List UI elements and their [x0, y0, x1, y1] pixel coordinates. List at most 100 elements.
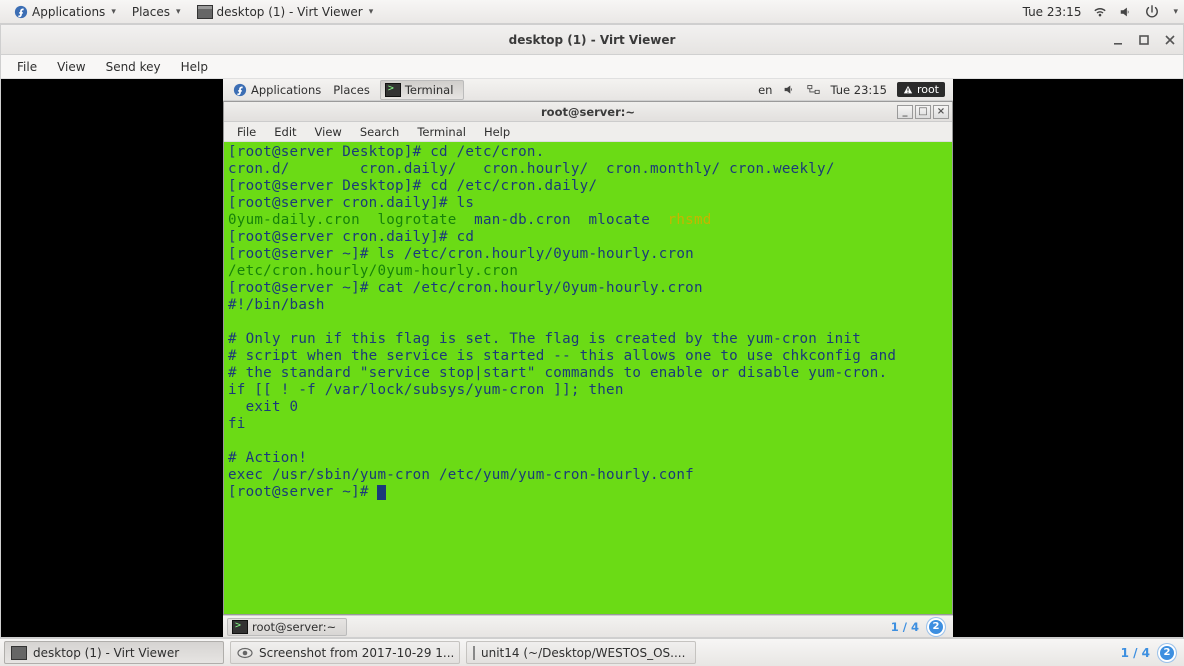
term-line: exec /usr/sbin/yum-cron /etc/yum/yum-cro… [228, 467, 694, 483]
term-line: #!/bin/bash [228, 297, 325, 313]
task-label: Screenshot from 2017-10-29 1... [259, 646, 454, 660]
term-line: [root@server ~]# ls /etc/cron.hourly/0yu… [228, 246, 694, 262]
window-icon [197, 5, 213, 19]
maximize-button[interactable] [1137, 33, 1151, 47]
network-icon[interactable] [806, 83, 820, 97]
menu-view[interactable]: View [47, 57, 95, 77]
power-icon[interactable] [1145, 5, 1159, 19]
term-line: cron.d/ cron.daily/ cron.hourly/ cron.mo… [228, 161, 835, 177]
term-line: /etc/cron.hourly/0yum-hourly.cron [228, 263, 518, 279]
inner-active-task-label: Terminal [405, 83, 454, 97]
term-line: man-db.cron mlocate [457, 212, 668, 228]
minimize-button[interactable] [1111, 33, 1125, 47]
terminal-maximize-button[interactable]: □ [915, 105, 931, 119]
terminal-icon [385, 83, 401, 97]
warning-icon [903, 85, 913, 95]
inner-places-label: Places [333, 83, 370, 97]
close-button[interactable] [1163, 33, 1177, 47]
terminal-title: root@server:~ [224, 105, 952, 119]
outer-places-label: Places [132, 5, 170, 19]
workspace-label[interactable]: 1 / 4 [1121, 646, 1150, 660]
menu-help[interactable]: Help [171, 57, 218, 77]
workspace-badge[interactable]: 2 [927, 618, 945, 636]
term-line: [root@server Desktop]# cd /etc/cron. [228, 144, 545, 160]
term-line: [root@server cron.daily]# ls [228, 195, 474, 211]
window-icon [11, 646, 27, 660]
outer-active-window-indicator[interactable]: desktop (1) - Virt Viewer ▾ [189, 0, 382, 24]
inner-places-menu[interactable]: Places [327, 78, 376, 102]
virt-viewer-window: desktop (1) - Virt Viewer File View Send… [0, 24, 1184, 638]
fedora-logo-icon [14, 5, 28, 19]
terminal-menu-file[interactable]: File [228, 123, 265, 141]
terminal-menu-search[interactable]: Search [351, 123, 409, 141]
workspace-badge[interactable]: 2 [1158, 644, 1176, 662]
outer-bottom-panel: desktop (1) - Virt Viewer Screenshot fro… [0, 638, 1184, 666]
term-line: [root@server ~]# cat /etc/cron.hourly/0y… [228, 280, 703, 296]
task-label: unit14 (~/Desktop/WESTOS_OS.... [481, 646, 685, 660]
terminal-window: root@server:~ _ □ × File Edit View Searc… [223, 101, 953, 615]
workspace-label[interactable]: 1 / 4 [891, 620, 919, 634]
user-badge[interactable]: root [897, 82, 945, 97]
outer-task-virtviewer[interactable]: desktop (1) - Virt Viewer [4, 641, 224, 664]
terminal-menubar: File Edit View Search Terminal Help [224, 122, 952, 142]
inner-top-panel: Applications Places Terminal en [223, 79, 953, 101]
terminal-close-button[interactable]: × [933, 105, 949, 119]
dropdown-icon: ▾ [111, 7, 116, 17]
term-line: rhsmd [668, 212, 712, 228]
virt-viewer-menubar: File View Send key Help [1, 55, 1183, 79]
inner-clock[interactable]: Tue 23:15 [830, 83, 886, 97]
term-line: logrotate [377, 212, 456, 228]
inner-active-window-indicator[interactable]: Terminal [380, 80, 465, 100]
term-line [360, 212, 378, 228]
terminal-menu-edit[interactable]: Edit [265, 123, 305, 141]
inner-task-label: root@server:~ [252, 620, 336, 634]
terminal-icon [232, 620, 248, 634]
guest-display[interactable]: Applications Places Terminal en [1, 79, 1183, 637]
inner-desktop: Applications Places Terminal en [223, 79, 953, 637]
term-line: # the standard "service stop|start" comm… [228, 365, 887, 381]
term-line: fi [228, 416, 246, 432]
term-line: exit 0 [228, 399, 298, 415]
text-editor-icon [473, 646, 475, 660]
menu-sendkey[interactable]: Send key [96, 57, 171, 77]
outer-active-window-label: desktop (1) - Virt Viewer [217, 5, 363, 19]
term-line: if [[ ! -f /var/lock/subsys/yum-cron ]];… [228, 382, 624, 398]
terminal-menu-view[interactable]: View [306, 123, 351, 141]
image-viewer-icon [237, 646, 253, 660]
volume-icon[interactable] [782, 83, 796, 97]
wifi-icon[interactable] [1093, 5, 1107, 19]
outer-applications-menu[interactable]: Applications ▾ [6, 0, 124, 24]
terminal-cursor [377, 485, 386, 500]
terminal-minimize-button[interactable]: _ [897, 105, 913, 119]
volume-icon[interactable] [1119, 5, 1133, 19]
outer-applications-label: Applications [32, 5, 105, 19]
outer-task-gedit[interactable]: unit14 (~/Desktop/WESTOS_OS.... [466, 641, 696, 664]
menu-file[interactable]: File [7, 57, 47, 77]
inner-applications-label: Applications [251, 83, 321, 97]
input-lang-indicator[interactable]: en [758, 83, 772, 97]
outer-clock[interactable]: Tue 23:15 [1023, 5, 1082, 19]
term-line: # Action! [228, 450, 307, 466]
task-label: desktop (1) - Virt Viewer [33, 646, 179, 660]
fedora-logo-icon [233, 83, 247, 97]
term-line: # Only run if this flag is set. The flag… [228, 331, 861, 347]
outer-top-panel: Applications ▾ Places ▾ desktop (1) - Vi… [0, 0, 1184, 24]
terminal-menu-terminal[interactable]: Terminal [408, 123, 475, 141]
user-label: root [917, 83, 939, 96]
terminal-titlebar[interactable]: root@server:~ _ □ × [224, 102, 952, 122]
term-line: [root@server ~]# [228, 484, 377, 500]
dropdown-icon[interactable]: ▾ [1173, 7, 1178, 17]
term-line: # script when the service is started -- … [228, 348, 896, 364]
outer-task-screenshot[interactable]: Screenshot from 2017-10-29 1... [230, 641, 460, 664]
virt-viewer-titlebar[interactable]: desktop (1) - Virt Viewer [1, 25, 1183, 55]
term-line: 0yum-daily.cron [228, 212, 360, 228]
outer-places-menu[interactable]: Places ▾ [124, 0, 189, 24]
term-line: [root@server Desktop]# cd /etc/cron.dail… [228, 178, 597, 194]
terminal-body[interactable]: [root@server Desktop]# cd /etc/cron. cro… [224, 142, 952, 614]
terminal-menu-help[interactable]: Help [475, 123, 519, 141]
inner-bottom-panel: root@server:~ 1 / 4 2 [223, 615, 953, 637]
virt-viewer-title: desktop (1) - Virt Viewer [1, 33, 1183, 47]
inner-applications-menu[interactable]: Applications [227, 78, 327, 102]
dropdown-icon: ▾ [369, 7, 374, 17]
inner-task-terminal[interactable]: root@server:~ [227, 618, 347, 636]
